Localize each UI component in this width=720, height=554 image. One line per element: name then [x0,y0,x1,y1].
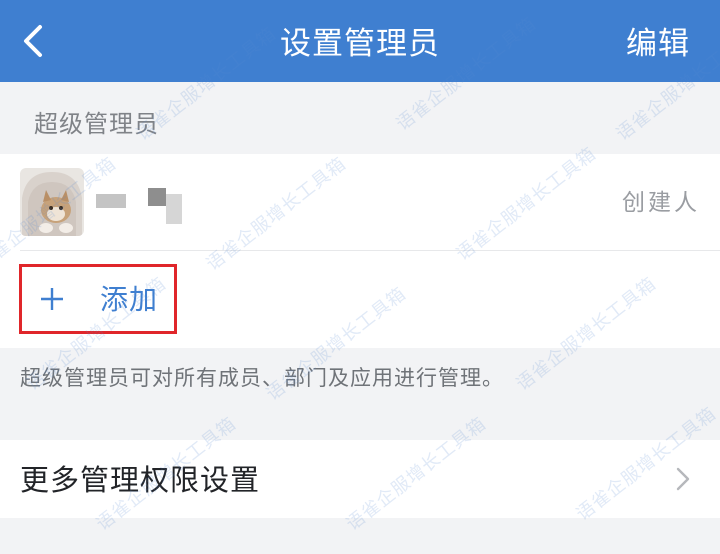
admin-member-row[interactable]: 创建人 [0,154,720,250]
more-permission-label: 更多管理权限设置 [20,463,261,497]
member-name-redacted [96,184,206,224]
plus-icon [41,288,63,310]
page-title: 设置管理员 [280,26,440,62]
creator-badge: 创建人 [622,190,700,216]
edit-button[interactable]: 编辑 [626,0,690,82]
top-navbar: 设置管理员 编辑 [0,0,720,82]
super-admin-description: 超级管理员可对所有成员、部门及应用进行管理。 [20,366,504,390]
section-title-super-admin: 超级管理员 [34,110,159,138]
add-admin-label: 添加 [100,283,159,316]
add-admin-button[interactable]: 添加 [22,267,174,331]
card-divider [20,250,720,251]
avatar [20,168,84,236]
more-permission-settings[interactable]: 更多管理权限设置 [0,440,720,518]
chevron-right-icon [676,467,690,491]
